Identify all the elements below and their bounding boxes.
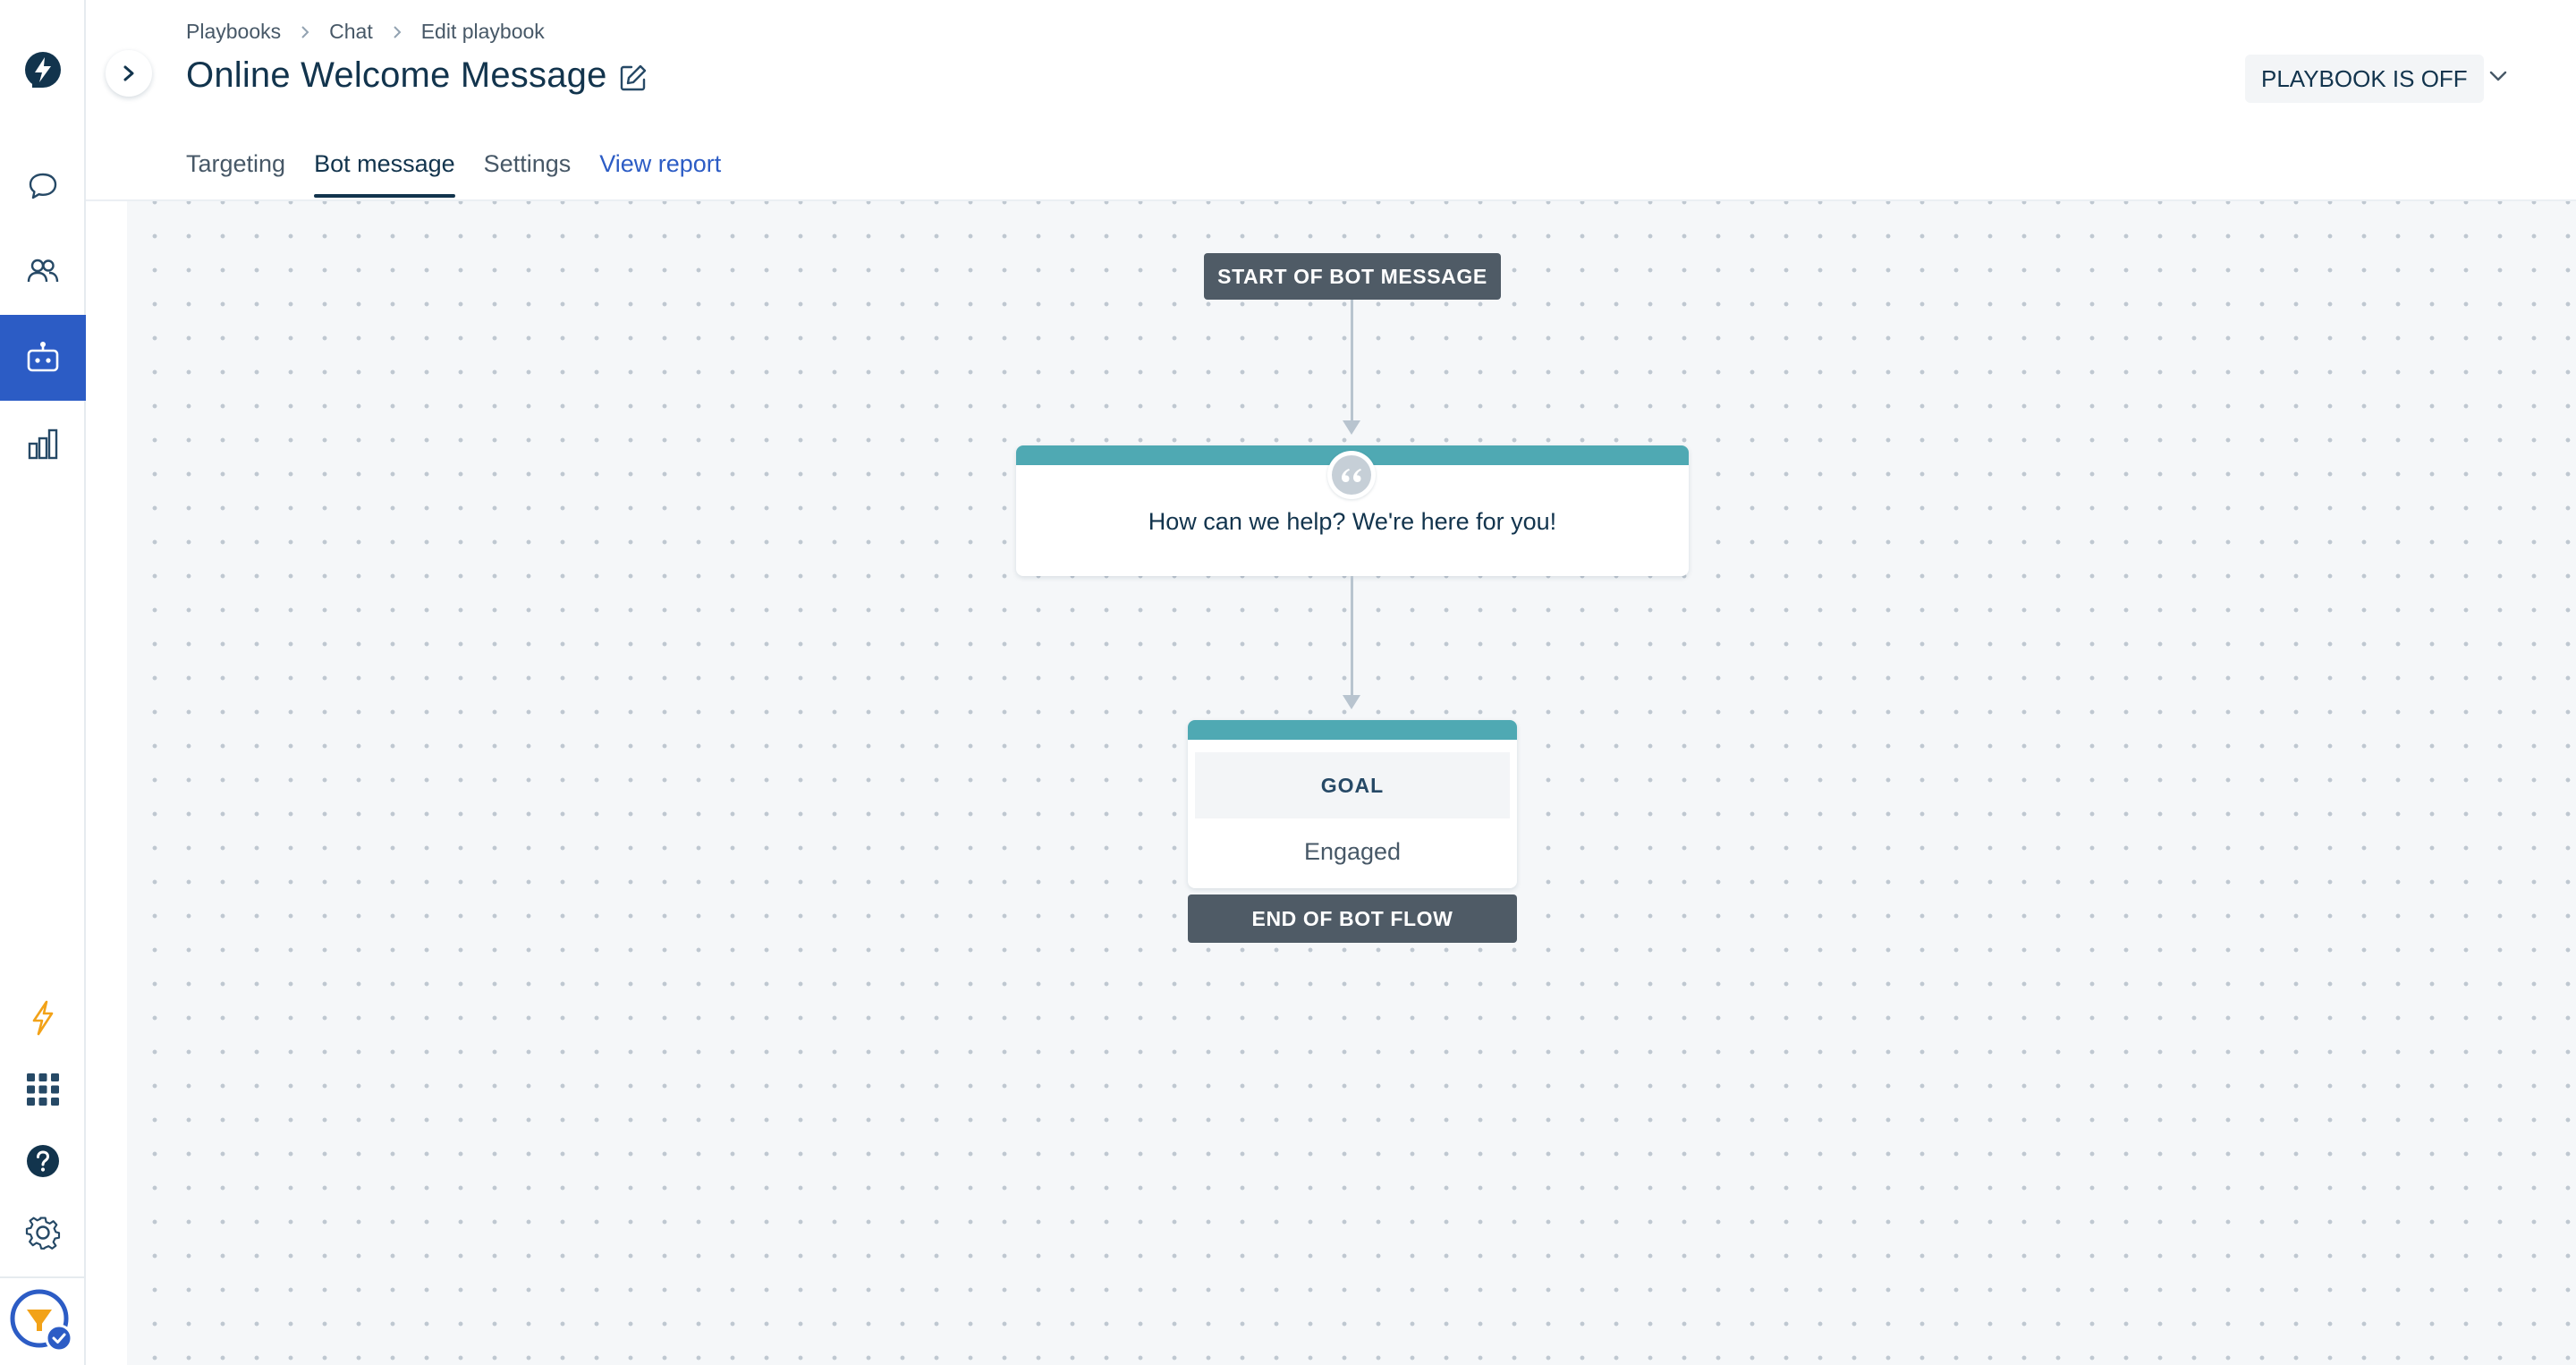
chevron-right-icon [301,25,309,39]
goal-card-header [1188,720,1517,740]
start-of-bot-message-node: START OF BOT MESSAGE [1204,253,1501,300]
flow-connector [1351,576,1353,704]
playbook-status-label: PLAYBOOK IS OFF [2261,64,2468,92]
contacts-icon[interactable] [0,228,86,314]
flow-connector [1351,300,1353,429]
chevron-right-icon [123,65,134,81]
breadcrumb: Playbooks Chat Edit playbook [186,20,545,44]
arrow-down-icon [1343,695,1360,709]
bar-chart-icon[interactable] [0,401,86,487]
arrow-down-icon [1343,420,1360,435]
end-node-label: END OF BOT FLOW [1251,906,1453,930]
tab-bot-message[interactable]: Bot message [314,150,455,198]
expand-sidebar-button[interactable] [106,50,152,97]
user-avatar-icon[interactable] [0,1279,86,1365]
message-card[interactable]: How can we help? We're here for you! [1016,445,1689,576]
left-sidebar [0,0,86,1365]
page-title: Online Welcome Message [186,55,607,95]
breadcrumb-edit-playbook: Edit playbook [420,20,545,43]
breadcrumb-playbooks[interactable]: Playbooks [186,20,281,44]
goal-label: GOAL [1195,752,1510,818]
goal-value: Engaged [1303,838,1402,865]
chevron-right-icon [393,25,402,39]
end-of-bot-flow-node: END OF BOT FLOW [1188,894,1517,943]
settings-gear-icon[interactable] [0,1190,86,1276]
bot-icon[interactable] [0,315,86,401]
edit-title-icon[interactable] [619,64,648,97]
tab-targeting[interactable]: Targeting [186,150,285,198]
playbook-tabs: Targeting Bot message Settings View repo… [186,150,750,198]
chevron-down-icon[interactable] [2488,70,2508,87]
quote-icon [1327,451,1376,499]
sidebar-divider [0,1276,84,1278]
breadcrumb-chat[interactable]: Chat [329,20,373,44]
tab-view-report[interactable]: View report [599,150,721,198]
bot-message-text: How can we help? We're here for you! [1148,508,1557,535]
goal-card[interactable]: GOAL Engaged [1188,720,1517,888]
freshdesk-logo-icon[interactable] [0,27,86,113]
tab-settings[interactable]: Settings [484,150,572,198]
start-node-label: START OF BOT MESSAGE [1217,264,1487,288]
chat-bubble-icon[interactable] [0,143,86,229]
playbook-status-toggle[interactable]: PLAYBOOK IS OFF [2245,55,2484,103]
